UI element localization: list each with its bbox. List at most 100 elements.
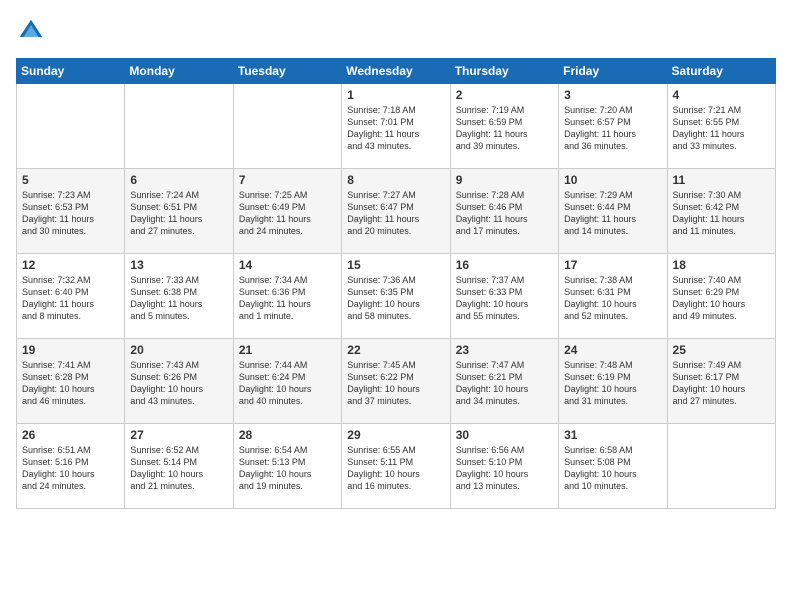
calendar-cell: 3Sunrise: 7:20 AM Sunset: 6:57 PM Daylig… xyxy=(559,84,667,169)
day-number: 5 xyxy=(22,173,119,187)
day-number: 30 xyxy=(456,428,553,442)
calendar-cell: 18Sunrise: 7:40 AM Sunset: 6:29 PM Dayli… xyxy=(667,254,775,339)
calendar-week-1: 1 Sunrise: 7:18 AM Sunset: 7:01 PM Daylig… xyxy=(17,84,776,169)
calendar-header-sunday: Sunday xyxy=(17,59,125,84)
calendar-cell: 21 Sunrise: 7:44 AM Sunset: 6:24 PM Dayli… xyxy=(233,339,341,424)
day-number: 15 xyxy=(347,258,444,272)
calendar-cell: 28Sunrise: 6:54 AM Sunset: 5:13 PM Dayli… xyxy=(233,424,341,509)
day-info: Sunrise: 7:30 AM Sunset: 6:42 PM Dayligh… xyxy=(673,189,770,238)
day-number: 22 xyxy=(347,343,444,357)
day-number: 28 xyxy=(239,428,336,442)
day-info: Sunrise: 7:44 AM Sunset: 6:24 PM Dayligh… xyxy=(239,359,336,408)
calendar-cell: 9 Sunrise: 7:28 AM Sunset: 6:46 PM Daylig… xyxy=(450,169,558,254)
calendar-cell: 27 Sunrise: 6:52 AM Sunset: 5:14 PM Dayli… xyxy=(125,424,233,509)
calendar-cell: 16 Sunrise: 7:37 AM Sunset: 6:33 PM Dayli… xyxy=(450,254,558,339)
day-info: Sunrise: 6:51 AM Sunset: 5:16 PM Dayligh… xyxy=(22,444,119,493)
day-number: 21 xyxy=(239,343,336,357)
day-number: 1 xyxy=(347,88,444,102)
calendar-cell: 15 Sunrise: 7:36 AM Sunset: 6:35 PM Dayli… xyxy=(342,254,450,339)
calendar-cell xyxy=(125,84,233,169)
calendar-cell: 7 Sunrise: 7:25 AM Sunset: 6:49 PM Daylig… xyxy=(233,169,341,254)
day-number: 24 xyxy=(564,343,661,357)
calendar-cell: 2Sunrise: 7:19 AM Sunset: 6:59 PM Daylig… xyxy=(450,84,558,169)
calendar-cell: 5 Sunrise: 7:23 AM Sunset: 6:53 PM Daylig… xyxy=(17,169,125,254)
day-info: Sunrise: 7:33 AM Sunset: 6:38 PM Dayligh… xyxy=(130,274,227,323)
day-number: 6 xyxy=(130,173,227,187)
day-info: Sunrise: 7:28 AM Sunset: 6:46 PM Dayligh… xyxy=(456,189,553,238)
calendar-header-tuesday: Tuesday xyxy=(233,59,341,84)
calendar-cell: 11 Sunrise: 7:30 AM Sunset: 6:42 PM Dayli… xyxy=(667,169,775,254)
logo xyxy=(16,16,50,46)
calendar-body: 1 Sunrise: 7:18 AM Sunset: 7:01 PM Daylig… xyxy=(17,84,776,509)
calendar-cell: 17 Sunrise: 7:38 AM Sunset: 6:31 PM Dayli… xyxy=(559,254,667,339)
calendar-cell xyxy=(233,84,341,169)
day-info: Sunrise: 7:45 AM Sunset: 6:22 PM Dayligh… xyxy=(347,359,444,408)
calendar-header-saturday: Saturday xyxy=(667,59,775,84)
calendar-header-monday: Monday xyxy=(125,59,233,84)
calendar-week-4: 19Sunrise: 7:41 AM Sunset: 6:28 PM Dayli… xyxy=(17,339,776,424)
day-number: 27 xyxy=(130,428,227,442)
day-number: 7 xyxy=(239,173,336,187)
day-info: Sunrise: 7:27 AM Sunset: 6:47 PM Dayligh… xyxy=(347,189,444,238)
day-number: 4 xyxy=(673,88,770,102)
day-number: 20 xyxy=(130,343,227,357)
day-number: 14 xyxy=(239,258,336,272)
day-info: Sunrise: 7:21 AM Sunset: 6:55 PM Dayligh… xyxy=(673,104,770,153)
day-number: 10 xyxy=(564,173,661,187)
calendar-cell: 10 Sunrise: 7:29 AM Sunset: 6:44 PM Dayli… xyxy=(559,169,667,254)
day-info: Sunrise: 7:38 AM Sunset: 6:31 PM Dayligh… xyxy=(564,274,661,323)
calendar-week-3: 12Sunrise: 7:32 AM Sunset: 6:40 PM Dayli… xyxy=(17,254,776,339)
day-number: 8 xyxy=(347,173,444,187)
day-number: 2 xyxy=(456,88,553,102)
calendar-cell: 22 Sunrise: 7:45 AM Sunset: 6:22 PM Dayli… xyxy=(342,339,450,424)
day-number: 11 xyxy=(673,173,770,187)
day-info: Sunrise: 7:49 AM Sunset: 6:17 PM Dayligh… xyxy=(673,359,770,408)
day-number: 23 xyxy=(456,343,553,357)
day-number: 25 xyxy=(673,343,770,357)
page-header xyxy=(16,16,776,46)
calendar-cell: 1 Sunrise: 7:18 AM Sunset: 7:01 PM Daylig… xyxy=(342,84,450,169)
day-info: Sunrise: 6:58 AM Sunset: 5:08 PM Dayligh… xyxy=(564,444,661,493)
calendar-cell xyxy=(667,424,775,509)
day-info: Sunrise: 6:56 AM Sunset: 5:10 PM Dayligh… xyxy=(456,444,553,493)
logo-icon xyxy=(16,16,46,46)
calendar-cell: 24 Sunrise: 7:48 AM Sunset: 6:19 PM Dayli… xyxy=(559,339,667,424)
calendar-cell: 13 Sunrise: 7:33 AM Sunset: 6:38 PM Dayli… xyxy=(125,254,233,339)
day-info: Sunrise: 7:25 AM Sunset: 6:49 PM Dayligh… xyxy=(239,189,336,238)
calendar-cell: 26 Sunrise: 6:51 AM Sunset: 5:16 PM Dayli… xyxy=(17,424,125,509)
day-number: 17 xyxy=(564,258,661,272)
calendar-week-5: 26 Sunrise: 6:51 AM Sunset: 5:16 PM Dayli… xyxy=(17,424,776,509)
day-info: Sunrise: 7:37 AM Sunset: 6:33 PM Dayligh… xyxy=(456,274,553,323)
day-info: Sunrise: 6:52 AM Sunset: 5:14 PM Dayligh… xyxy=(130,444,227,493)
day-info: Sunrise: 7:18 AM Sunset: 7:01 PM Dayligh… xyxy=(347,104,444,153)
day-number: 26 xyxy=(22,428,119,442)
calendar-cell: 4 Sunrise: 7:21 AM Sunset: 6:55 PM Daylig… xyxy=(667,84,775,169)
calendar-table: SundayMondayTuesdayWednesdayThursdayFrid… xyxy=(16,58,776,509)
calendar-cell: 8 Sunrise: 7:27 AM Sunset: 6:47 PM Daylig… xyxy=(342,169,450,254)
calendar-cell: 19Sunrise: 7:41 AM Sunset: 6:28 PM Dayli… xyxy=(17,339,125,424)
calendar-cell: 23Sunrise: 7:47 AM Sunset: 6:21 PM Dayli… xyxy=(450,339,558,424)
calendar-header-thursday: Thursday xyxy=(450,59,558,84)
day-info: Sunrise: 7:20 AM Sunset: 6:57 PM Dayligh… xyxy=(564,104,661,153)
day-info: Sunrise: 7:36 AM Sunset: 6:35 PM Dayligh… xyxy=(347,274,444,323)
calendar-cell xyxy=(17,84,125,169)
day-number: 16 xyxy=(456,258,553,272)
day-info: Sunrise: 7:43 AM Sunset: 6:26 PM Dayligh… xyxy=(130,359,227,408)
day-info: Sunrise: 7:23 AM Sunset: 6:53 PM Dayligh… xyxy=(22,189,119,238)
calendar-cell: 25 Sunrise: 7:49 AM Sunset: 6:17 PM Dayli… xyxy=(667,339,775,424)
day-info: Sunrise: 7:34 AM Sunset: 6:36 PM Dayligh… xyxy=(239,274,336,323)
day-info: Sunrise: 7:48 AM Sunset: 6:19 PM Dayligh… xyxy=(564,359,661,408)
calendar-cell: 20 Sunrise: 7:43 AM Sunset: 6:26 PM Dayli… xyxy=(125,339,233,424)
day-info: Sunrise: 7:40 AM Sunset: 6:29 PM Dayligh… xyxy=(673,274,770,323)
day-info: Sunrise: 7:24 AM Sunset: 6:51 PM Dayligh… xyxy=(130,189,227,238)
calendar-week-2: 5 Sunrise: 7:23 AM Sunset: 6:53 PM Daylig… xyxy=(17,169,776,254)
day-number: 13 xyxy=(130,258,227,272)
calendar-cell: 6 Sunrise: 7:24 AM Sunset: 6:51 PM Daylig… xyxy=(125,169,233,254)
day-number: 29 xyxy=(347,428,444,442)
day-number: 31 xyxy=(564,428,661,442)
calendar-header-row: SundayMondayTuesdayWednesdayThursdayFrid… xyxy=(17,59,776,84)
day-info: Sunrise: 7:41 AM Sunset: 6:28 PM Dayligh… xyxy=(22,359,119,408)
calendar-cell: 12Sunrise: 7:32 AM Sunset: 6:40 PM Dayli… xyxy=(17,254,125,339)
day-info: Sunrise: 7:29 AM Sunset: 6:44 PM Dayligh… xyxy=(564,189,661,238)
day-number: 9 xyxy=(456,173,553,187)
